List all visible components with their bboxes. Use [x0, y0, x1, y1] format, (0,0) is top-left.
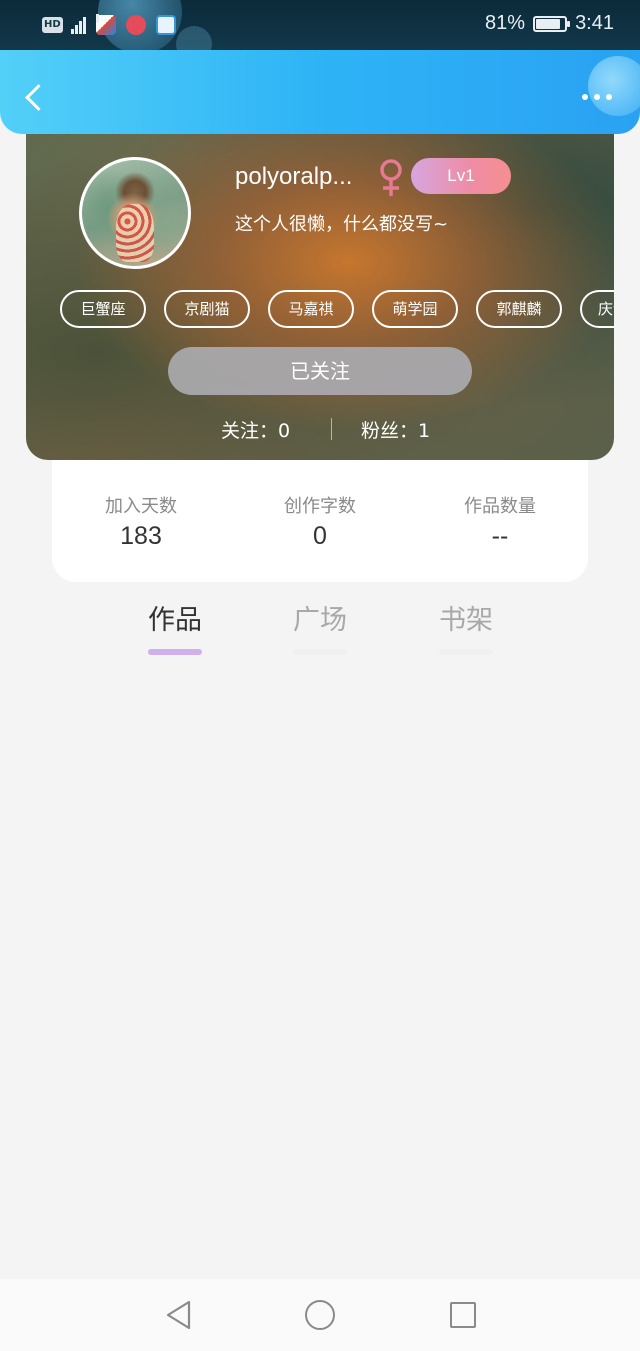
tab-works[interactable]: 作品	[125, 598, 225, 655]
stat-value: 0	[313, 522, 327, 550]
profile-card: polyoralp... Lv1 这个人很懒，什么都没写~ 巨蟹座 京剧猫 马嘉…	[26, 100, 614, 460]
battery-icon	[533, 15, 571, 32]
stats-card: 加入天数 183 创作字数 0 作品数量 --	[52, 460, 588, 582]
battery-level	[536, 18, 561, 29]
triangle-back-icon[interactable]	[164, 1299, 194, 1331]
browser-app-icon	[155, 15, 176, 35]
more-options-button[interactable]	[582, 94, 612, 100]
system-nav-bar	[0, 1279, 640, 1351]
tag-chip[interactable]: 京剧猫	[164, 290, 250, 328]
tab-label: 广场	[293, 605, 347, 636]
tag-chip[interactable]: 巨蟹座	[60, 290, 146, 328]
back-button[interactable]	[20, 80, 50, 116]
tab-square[interactable]: 广场	[270, 598, 370, 655]
tag-chip[interactable]: 萌学园	[372, 290, 458, 328]
stat-label: 创作字数	[284, 496, 356, 517]
tab-bookshelf[interactable]: 书架	[416, 598, 516, 655]
status-right: 81% 3:41	[485, 12, 614, 35]
social-app-icon	[125, 15, 146, 35]
dot	[606, 94, 612, 100]
stat-label: 加入天数	[105, 496, 177, 517]
tab-indicator	[439, 649, 493, 655]
decorative-bubble	[588, 56, 640, 116]
header-bar	[0, 50, 640, 134]
clock: 3:41	[575, 12, 614, 34]
follow-button[interactable]: 已关注	[168, 347, 472, 395]
female-symbol-icon	[380, 159, 402, 196]
tag-list: 巨蟹座 京剧猫 马嘉祺 萌学园 郭麒麟 庆余	[60, 290, 614, 328]
network-type-label: 4G	[95, 14, 107, 23]
tab-indicator	[148, 649, 202, 655]
stat-value: --	[491, 522, 509, 550]
stat-works-count: 作品数量 --	[410, 492, 590, 551]
avatar[interactable]	[79, 157, 191, 269]
following-count[interactable]: 关注：0	[221, 416, 290, 443]
decorative-bubble	[176, 26, 212, 50]
follow-counts: 关注：0 粉丝：1	[26, 414, 614, 444]
circle-home-icon[interactable]	[305, 1300, 335, 1330]
stat-days-joined: 加入天数 183	[51, 492, 231, 551]
divider	[331, 418, 332, 440]
username: polyoralp...	[235, 163, 353, 190]
battery-percent: 81%	[485, 12, 526, 34]
square-recents-icon[interactable]	[450, 1302, 476, 1328]
signal-strength-icon: 4G	[70, 14, 107, 34]
dot	[594, 94, 600, 100]
stat-value: 183	[120, 522, 162, 550]
status-left-icons: HD 4G	[42, 14, 176, 35]
stat-label: 作品数量	[464, 496, 536, 517]
tab-indicator	[293, 649, 347, 655]
tag-chip[interactable]: 马嘉祺	[268, 290, 354, 328]
more-dots-icon	[582, 94, 588, 100]
tab-label: 作品	[148, 605, 202, 636]
hd-badge: HD	[42, 17, 63, 33]
fans-count[interactable]: 粉丝：1	[361, 416, 430, 443]
tab-label: 书架	[439, 605, 493, 636]
tag-chip[interactable]: 庆余	[580, 290, 614, 328]
level-badge: Lv1	[411, 158, 511, 194]
tag-chip[interactable]: 郭麒麟	[476, 290, 562, 328]
user-bio: 这个人很懒，什么都没写~	[235, 214, 449, 235]
status-bar: HD 4G 81% 3:41	[0, 0, 640, 50]
stat-word-count: 创作字数 0	[230, 492, 410, 551]
